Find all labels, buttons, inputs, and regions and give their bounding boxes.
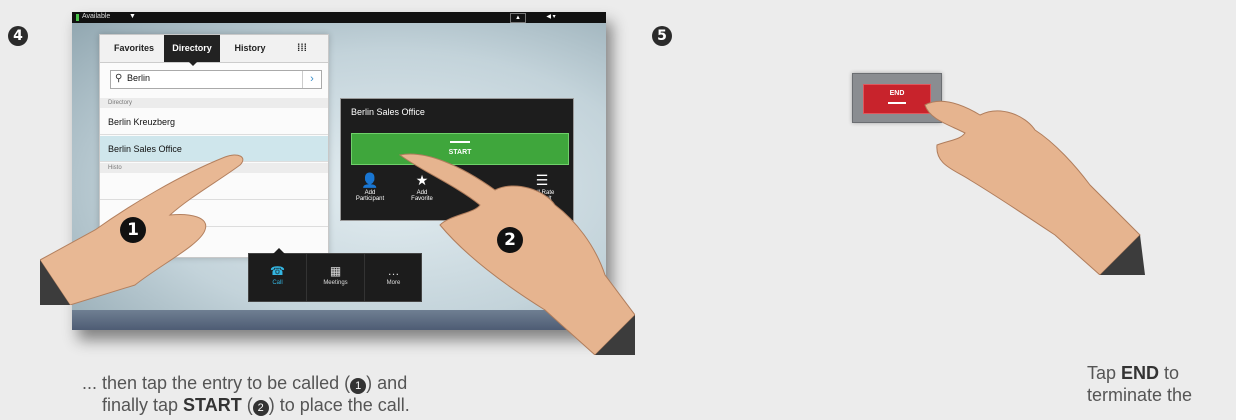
search-go-button[interactable]: › [302, 71, 321, 88]
callout-1: 1 [120, 217, 146, 243]
caption-text: to [1159, 363, 1180, 383]
step-5-badge: 5 [652, 26, 672, 46]
dock-label: Meetings [323, 280, 348, 286]
selfview-icon[interactable]: ▲ [510, 13, 526, 23]
hand-illustration-left [40, 154, 244, 305]
keypad-icon[interactable]: ⁞⁞⁞ [282, 35, 322, 62]
tab-history[interactable]: History [224, 35, 276, 62]
add-participant-button[interactable]: 👤 Add Participant [347, 166, 393, 216]
hand-illustration-end [924, 100, 1145, 275]
status-bar: Available ▼ ▲ ◀ ▾ [72, 12, 606, 23]
caption-bold: END [1121, 363, 1160, 383]
caption-bold: START [183, 395, 242, 415]
tab-directory[interactable]: Directory [164, 35, 220, 62]
search-input[interactable]: ⚲ Berlin › [110, 70, 322, 89]
availability-indicator [76, 14, 79, 21]
caption-step-4: ... then tap the entry to be called (1) … [82, 372, 410, 416]
tab-favorites[interactable]: Favorites [106, 35, 162, 62]
dock-meetings[interactable]: ▦ Meetings [307, 254, 365, 301]
chevron-down-icon[interactable]: ▼ [129, 13, 136, 20]
caption-text: ( [241, 395, 253, 415]
step-4-badge: 4 [8, 26, 28, 46]
caption-step-5: Tap END to terminate the [1087, 362, 1192, 406]
list-item[interactable]: Berlin Kreuzberg [100, 109, 328, 135]
caption-text: Tap [1087, 363, 1122, 383]
add-participant-icon: 👤 [361, 172, 379, 188]
search-value: Berlin [127, 73, 151, 83]
section-header-directory: Directory [100, 98, 328, 108]
callout-2: 2 [497, 227, 523, 253]
caption-text: finally tap [102, 395, 184, 415]
caption-text: ... then tap the entry to be called ( [82, 373, 351, 393]
search-icon: ⚲ [115, 73, 123, 84]
callout-mark: 1 [350, 378, 367, 394]
active-tab-pointer [188, 61, 198, 66]
calendar-icon: ▦ [329, 264, 342, 278]
caption-text: ) and [366, 373, 408, 393]
callout-mark: 2 [252, 400, 269, 416]
volume-icon[interactable]: ◀ ▾ [538, 13, 564, 21]
caption-text: terminate the [1087, 385, 1193, 405]
availability-label[interactable]: Available [82, 13, 110, 20]
action-label: Participant [355, 196, 385, 202]
start-bar-icon [450, 141, 470, 143]
dock-label: Call [272, 280, 283, 286]
tab-bar: Favorites Directory History ⁞⁞⁞ [100, 35, 328, 66]
contact-title: Berlin Sales Office [351, 107, 425, 117]
caption-text: ) to place the call. [268, 395, 410, 415]
end-bar-icon [888, 102, 906, 104]
